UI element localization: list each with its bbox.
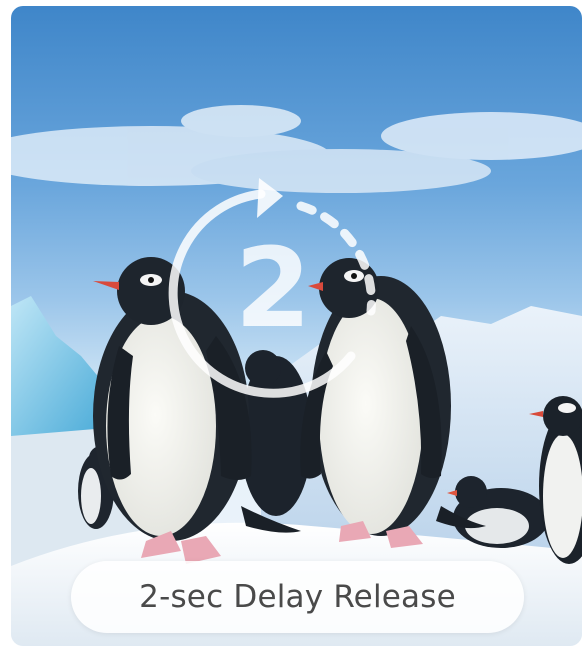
product-image-card: 2 2-sec Delay Release	[11, 6, 582, 646]
delay-release-text: 2-sec Delay Release	[139, 579, 456, 615]
penguins-photo	[11, 105, 582, 646]
delay-release-label: 2-sec Delay Release	[71, 561, 524, 633]
clouds	[11, 105, 582, 193]
